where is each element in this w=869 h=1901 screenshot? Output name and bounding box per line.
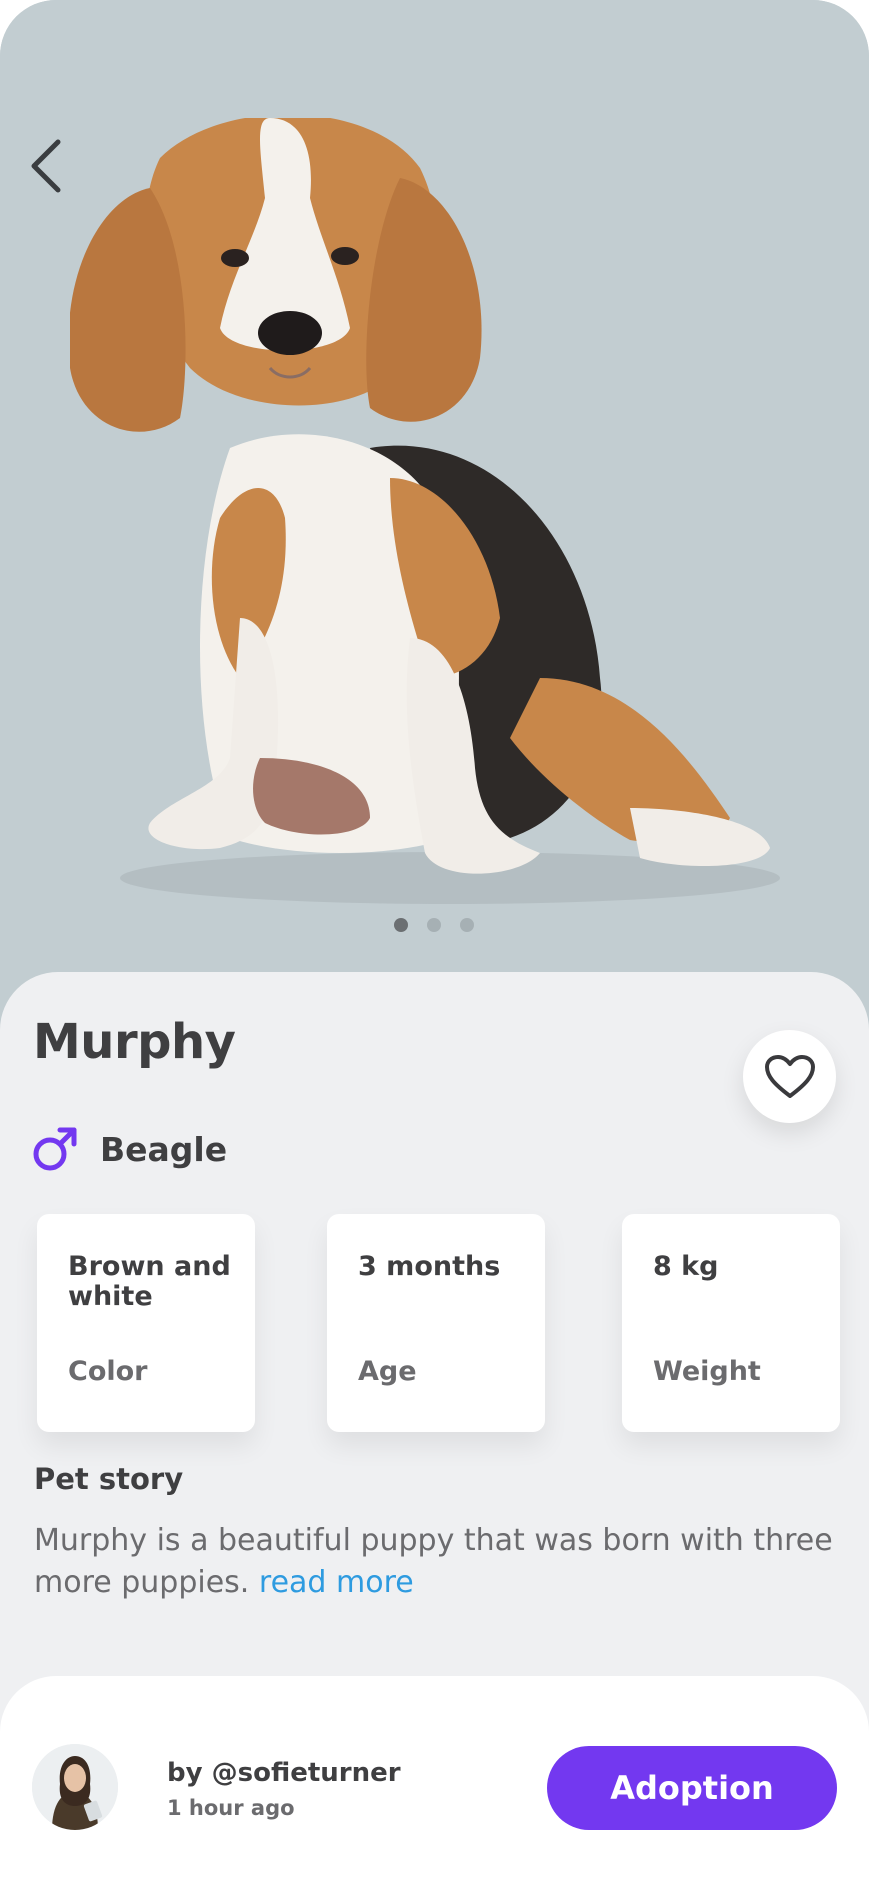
stat-card-age: 3 months Age	[327, 1214, 545, 1432]
pet-name: Murphy	[33, 1014, 236, 1070]
adoption-button[interactable]: Adoption	[547, 1746, 837, 1830]
stat-card-color: Brown and white Color	[37, 1214, 255, 1432]
posted-time: 1 hour ago	[167, 1796, 295, 1820]
heart-icon	[764, 1054, 815, 1098]
read-more-link[interactable]: read more	[259, 1565, 414, 1600]
stat-label: Color	[68, 1356, 148, 1387]
stat-value: Brown and white	[68, 1251, 231, 1312]
stat-value: 3 months	[358, 1251, 501, 1282]
pet-story-text: Murphy is a beautiful puppy that was bor…	[34, 1520, 834, 1604]
owner-handle[interactable]: by @sofieturner	[167, 1758, 401, 1788]
owner-avatar-image	[32, 1744, 118, 1830]
stat-label: Age	[358, 1356, 417, 1387]
pet-photo	[70, 118, 780, 904]
stat-label: Weight	[653, 1356, 761, 1387]
carousel-indicator[interactable]	[394, 918, 474, 932]
carousel-dot[interactable]	[394, 918, 408, 932]
avatar[interactable]	[32, 1744, 118, 1830]
hero-section	[0, 0, 869, 1000]
stat-value: 8 kg	[653, 1251, 719, 1282]
carousel-dot[interactable]	[427, 918, 441, 932]
carousel-dot[interactable]	[460, 918, 474, 932]
pet-detail-screen: Murphy Beagle Brown and white Color 3 mo…	[0, 0, 869, 1901]
favorite-button[interactable]	[743, 1030, 836, 1123]
stat-card-weight: 8 kg Weight	[622, 1214, 840, 1432]
pet-story-body: Murphy is a beautiful puppy that was bor…	[34, 1523, 833, 1600]
male-symbol-icon	[33, 1127, 77, 1171]
pet-breed: Beagle	[100, 1130, 228, 1169]
owner-action-bar: by @sofieturner 1 hour ago Adoption	[0, 1676, 869, 1901]
pet-story-title: Pet story	[34, 1462, 184, 1496]
